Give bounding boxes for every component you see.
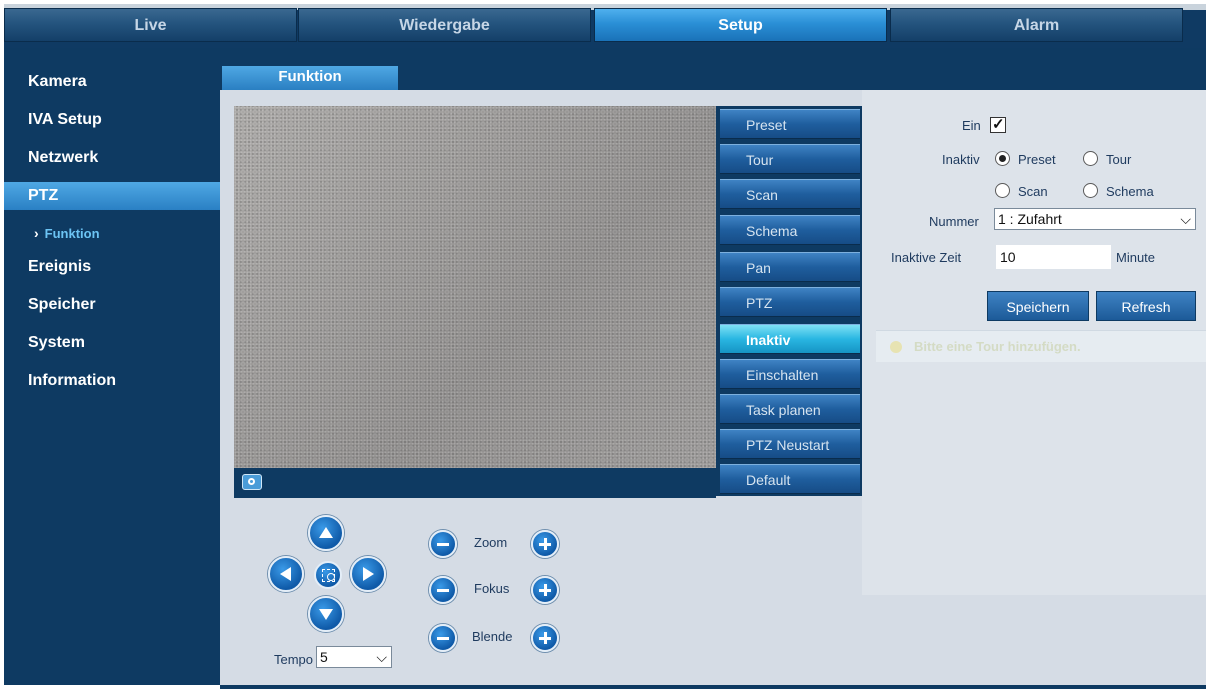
info-icon xyxy=(890,341,902,353)
tempo-label: Tempo xyxy=(274,652,314,667)
radio-schema[interactable] xyxy=(1083,183,1098,198)
function-button-ptz-neustart[interactable]: PTZ Neustart xyxy=(720,429,860,459)
sidebar-item-system[interactable]: System xyxy=(4,329,220,357)
save-button[interactable]: Speichern xyxy=(987,291,1089,321)
function-button-task-planen[interactable]: Task planen xyxy=(720,394,860,424)
tab-live[interactable]: Live xyxy=(4,8,297,42)
tab-wiedergabe[interactable]: Wiedergabe xyxy=(298,8,591,42)
radio-preset-label: Preset xyxy=(1018,152,1056,167)
sidebar-item-information[interactable]: Information xyxy=(4,367,220,395)
inaktive-zeit-label: Inaktive Zeit xyxy=(891,250,962,265)
function-button-preset[interactable]: Preset xyxy=(720,109,860,139)
ein-checkbox[interactable] xyxy=(990,115,1006,133)
content-header: Funktion xyxy=(220,48,1206,90)
function-button-inaktiv[interactable]: Inaktiv xyxy=(720,324,860,354)
nummer-select[interactable]: 1 : Zufahrt ⌵ xyxy=(994,208,1196,230)
ptz-down-button[interactable] xyxy=(308,596,344,632)
video-toolbar xyxy=(234,468,716,498)
sidebar-item-ereignis[interactable]: Ereignis xyxy=(4,253,220,281)
chevron-right-icon: › xyxy=(34,225,39,241)
sidebar-subitem-funktion[interactable]: › Funktion xyxy=(4,222,220,244)
chevron-down-icon: ⌵ xyxy=(376,649,387,665)
function-button-ptz[interactable]: PTZ xyxy=(720,287,860,317)
video-preview[interactable] xyxy=(234,106,716,468)
unit-label: Minute xyxy=(1116,250,1156,265)
radio-schema-label: Schema xyxy=(1106,184,1154,199)
inaktiv-label: Inaktiv xyxy=(942,152,980,167)
tab-alarm[interactable]: Alarm xyxy=(890,8,1183,42)
sidebar-item-iva-setup[interactable]: IVA Setup xyxy=(4,106,220,134)
fokus-minus-button[interactable] xyxy=(429,576,457,604)
ein-label: Ein xyxy=(962,118,981,133)
sidebar: Kamera IVA Setup Netzwerk PTZ › Funktion … xyxy=(4,48,220,685)
zoom-plus-button[interactable] xyxy=(531,530,559,558)
radio-preset[interactable] xyxy=(995,151,1010,166)
sidebar-item-speicher[interactable]: Speicher xyxy=(4,291,220,319)
function-button-scan[interactable]: Scan xyxy=(720,179,860,209)
snapshot-camera-icon[interactable] xyxy=(242,474,262,490)
tempo-select-value: 5 xyxy=(320,649,328,665)
nummer-select-value: 1 : Zufahrt xyxy=(998,211,1062,227)
function-button-default[interactable]: Default xyxy=(720,464,860,494)
inaktive-zeit-input[interactable]: 10 xyxy=(996,245,1111,269)
function-button-einschalten[interactable]: Einschalten xyxy=(720,359,860,389)
blende-minus-button[interactable] xyxy=(429,624,457,652)
sidebar-subitem-label: Funktion xyxy=(44,226,100,241)
bottom-border xyxy=(220,685,1206,689)
chevron-down-icon: ⌵ xyxy=(1180,211,1191,227)
ptz-up-button[interactable] xyxy=(308,515,344,551)
ptz-center-zoom-icon[interactable] xyxy=(314,561,342,589)
hint-bar: Bitte eine Tour hinzufügen. xyxy=(876,330,1206,362)
tempo-select[interactable]: 5 ⌵ xyxy=(316,646,392,668)
tab-funktion[interactable]: Funktion xyxy=(222,66,398,90)
ptz-left-button[interactable] xyxy=(268,556,304,592)
function-button-tour[interactable]: Tour xyxy=(720,144,860,174)
sidebar-item-ptz[interactable]: PTZ xyxy=(4,182,220,210)
tab-setup[interactable]: Setup xyxy=(594,8,887,42)
radio-scan[interactable] xyxy=(995,183,1010,198)
zoom-minus-button[interactable] xyxy=(429,530,457,558)
hint-text: Bitte eine Tour hinzufügen. xyxy=(914,339,1081,354)
blende-plus-button[interactable] xyxy=(531,624,559,652)
radio-tour[interactable] xyxy=(1083,151,1098,166)
zoom-label: Zoom xyxy=(474,535,508,550)
nummer-label: Nummer xyxy=(929,214,979,229)
ptz-right-button[interactable] xyxy=(350,556,386,592)
sidebar-item-netzwerk[interactable]: Netzwerk xyxy=(4,144,220,172)
refresh-button[interactable]: Refresh xyxy=(1096,291,1196,321)
radio-scan-label: Scan xyxy=(1018,184,1048,199)
function-button-pan[interactable]: Pan xyxy=(720,252,860,282)
blende-label: Blende xyxy=(472,629,513,644)
radio-tour-label: Tour xyxy=(1106,152,1132,167)
function-button-schema[interactable]: Schema xyxy=(720,215,860,245)
fokus-plus-button[interactable] xyxy=(531,576,559,604)
sidebar-item-kamera[interactable]: Kamera xyxy=(4,68,220,96)
fokus-label: Fokus xyxy=(474,581,510,596)
